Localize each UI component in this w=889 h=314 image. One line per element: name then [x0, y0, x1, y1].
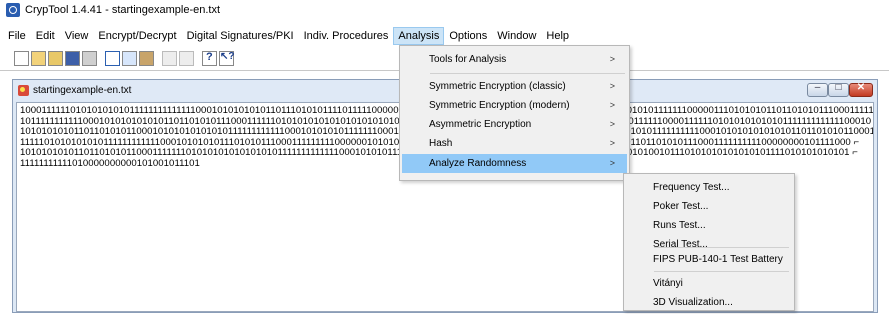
menu-window[interactable]: Window — [492, 27, 541, 45]
submenu-item-fips-test-battery[interactable]: FIPS PUB-140-1 Test Battery — [626, 250, 792, 269]
cryptool-app-icon — [6, 3, 20, 17]
menu-separator — [654, 247, 789, 248]
menu-item-asymmetric[interactable]: Asymmetric Encryption > — [402, 115, 627, 134]
submenu-arrow-icon: > — [609, 81, 615, 91]
save-icon[interactable] — [65, 50, 80, 66]
copy-icon[interactable] — [122, 50, 137, 66]
menu-separator — [430, 73, 625, 74]
menu-options[interactable]: Options — [444, 27, 492, 45]
new-icon[interactable] — [14, 50, 29, 66]
submenu-item-3d-visualization[interactable]: 3D Visualization... — [626, 293, 792, 312]
submenu-arrow-icon: > — [609, 138, 615, 148]
menu-analysis[interactable]: Analysis — [393, 27, 445, 45]
menu-item-symmetric-modern[interactable]: Symmetric Encryption (modern) > — [402, 96, 627, 115]
menu-file[interactable]: File — [3, 27, 31, 45]
menu-item-tools-for-analysis[interactable]: Tools for Analysis > — [402, 50, 627, 69]
submenu-arrow-icon: > — [609, 158, 615, 168]
menu-item-label: Symmetric Encryption (modern) — [429, 100, 570, 111]
close-icon: ✕ — [856, 82, 866, 93]
maximize-button[interactable]: □ — [828, 82, 849, 97]
close-button[interactable]: ✕ — [849, 82, 873, 97]
minimize-icon: – — [814, 82, 821, 93]
print-icon[interactable] — [82, 50, 97, 66]
menu-item-label: Hash — [429, 138, 453, 149]
menu-digital-signatures[interactable]: Digital Signatures/PKI — [182, 27, 299, 45]
analysis-dropdown-menu: Tools for Analysis > Symmetric Encryptio… — [399, 45, 630, 181]
menu-item-label: Symmetric Encryption (classic) — [429, 81, 566, 92]
submenu-arrow-icon: > — [609, 119, 615, 129]
key-icon[interactable] — [162, 50, 177, 66]
menu-encrypt-decrypt[interactable]: Encrypt/Decrypt — [93, 27, 181, 45]
menu-separator — [654, 271, 789, 272]
minimize-button[interactable]: – — [807, 82, 828, 97]
menu-item-label: Tools for Analysis — [429, 54, 507, 65]
open-folder-icon[interactable] — [48, 50, 63, 66]
submenu-item-runs-test[interactable]: Runs Test... — [626, 216, 792, 235]
randomness-submenu: Frequency Test... Poker Test... Runs Tes… — [623, 173, 795, 311]
submenu-item-frequency-test[interactable]: Frequency Test... — [626, 178, 792, 197]
menu-item-hash[interactable]: Hash > — [402, 134, 627, 153]
menu-item-symmetric-classic[interactable]: Symmetric Encryption (classic) > — [402, 77, 627, 96]
document-icon — [18, 85, 29, 96]
submenu-arrow-icon: > — [609, 100, 615, 110]
menu-item-label: Asymmetric Encryption — [429, 119, 532, 130]
cut-icon[interactable] — [105, 50, 120, 66]
window-title: CrypTool 1.4.41 - startingexample-en.txt — [25, 4, 221, 16]
help-icon[interactable] — [202, 50, 217, 66]
menu-item-analyze-randomness[interactable]: Analyze Randomness > — [402, 154, 627, 173]
document-title: startingexample-en.txt — [33, 85, 132, 96]
menu-edit[interactable]: Edit — [31, 27, 60, 45]
paste-icon[interactable] — [139, 50, 154, 66]
context-help-icon[interactable] — [219, 50, 235, 66]
submenu-arrow-icon: > — [609, 54, 615, 64]
maximize-icon: □ — [835, 82, 842, 93]
menu-bar: File Edit View Encrypt/Decrypt Digital S… — [0, 27, 889, 45]
menu-indiv-procedures[interactable]: Indiv. Procedures — [299, 27, 394, 45]
menu-help[interactable]: Help — [541, 27, 574, 45]
submenu-item-vitanyi[interactable]: Vitányi — [626, 274, 792, 293]
properties-icon[interactable] — [179, 50, 194, 66]
app-title-bar: CrypTool 1.4.41 - startingexample-en.txt — [0, 0, 889, 20]
open-icon[interactable] — [31, 50, 46, 66]
menu-view[interactable]: View — [60, 27, 94, 45]
submenu-item-poker-test[interactable]: Poker Test... — [626, 197, 792, 216]
menu-item-label: Analyze Randomness — [429, 158, 527, 169]
